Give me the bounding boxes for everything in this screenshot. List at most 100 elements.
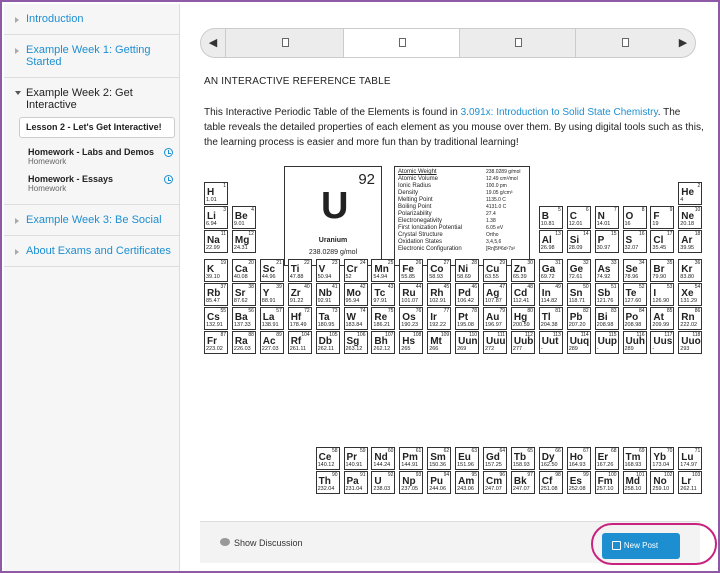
element-cell-cu[interactable]: 29 Cu 63.55 [483,259,507,282]
element-cell-no[interactable]: 102 No 259.10 [650,471,675,494]
element-cell-xe[interactable]: 54 Xe 131.29 [678,283,703,306]
element-cell-v[interactable]: 23 V 50.94 [315,259,340,282]
element-cell-fm[interactable]: 100 Fm 257.10 [594,471,619,494]
element-cell-os[interactable]: 76 Os 190.23 [399,307,424,330]
element-cell-br[interactable]: 35 Br 79.90 [650,259,675,282]
element-cell-nd[interactable]: 60 Nd 144.24 [371,447,396,470]
element-cell-li[interactable]: 3 Li 6.94 [204,206,228,229]
element-cell-sb[interactable]: 51 Sb 121.76 [594,283,619,306]
element-cell-se[interactable]: 34 Se 78.96 [622,259,647,282]
element-cell-ta[interactable]: 73 Ta 180.95 [315,307,340,330]
element-cell-sn[interactable]: 50 Sn 118.71 [566,283,591,306]
element-cell-f[interactable]: 9 F 19 [650,206,675,229]
element-cell-bh[interactable]: 107 Bh 262.12 [371,331,396,354]
element-cell-db[interactable]: 105 Db 262.11 [315,331,340,354]
element-cell-uun[interactable]: 110 Uun 269 [455,331,480,354]
element-cell-mt[interactable]: 109 Mt 266 [427,331,452,354]
element-cell-md[interactable]: 101 Md 258.10 [622,471,647,494]
element-cell-fe[interactable]: 26 Fe 55.85 [399,259,424,282]
element-cell-na[interactable]: 11 Na 22.99 [204,230,228,253]
element-cell-uuu[interactable]: 111 Uuu 272 [483,331,507,354]
element-cell-si[interactable]: 14 Si 28.09 [566,230,591,253]
element-cell-p[interactable]: 15 P 30.97 [594,230,619,253]
element-cell-ge[interactable]: 32 Ge 72.61 [566,259,591,282]
element-cell-pr[interactable]: 59 Pr 140.91 [343,447,368,470]
element-cell-dy[interactable]: 66 Dy 162.50 [538,447,563,470]
element-cell-fr[interactable]: 87 Fr 223.02 [204,331,228,354]
element-cell-hg[interactable]: 80 Hg 200.59 [510,307,535,330]
chapter-exams[interactable]: About Exams and Certificates [4,236,179,267]
element-cell-cs[interactable]: 55 Cs 132.91 [204,307,228,330]
element-cell-ag[interactable]: 47 Ag 107.87 [483,283,507,306]
element-cell-be[interactable]: 4 Be 9.01 [231,206,256,229]
element-cell-tc[interactable]: 43 Tc 97.91 [371,283,396,306]
element-cell-rf[interactable]: 104 Rf 261.11 [287,331,312,354]
element-cell-eu[interactable]: 63 Eu 151.96 [455,447,480,470]
element-cell-ac[interactable]: 89 Ac 227.03 [259,331,284,354]
element-cell-ar[interactable]: 18 Ar 39.95 [678,230,703,253]
element-cell-po[interactable]: 84 Po 208.98 [622,307,647,330]
course-link[interactable]: 3.091x: Introduction to Solid State Chem… [461,107,658,118]
element-cell-cf[interactable]: 98 Cf 251.08 [538,471,563,494]
element-cell-uus[interactable]: 117 Uus - [650,331,675,354]
unit-tab-4[interactable] [575,29,673,57]
element-cell-o[interactable]: 8 O 16 [622,206,647,229]
element-cell-n[interactable]: 7 N 14.01 [594,206,619,229]
lesson-active[interactable]: Lesson 2 - Let's Get Interactive! [19,117,175,138]
element-cell-tb[interactable]: 65 Tb 158.93 [510,447,535,470]
element-cell-sm[interactable]: 62 Sm 150.36 [427,447,452,470]
element-cell-hf[interactable]: 72 Hf 178.49 [287,307,312,330]
element-cell-rn[interactable]: 86 Rn 222.02 [678,307,703,330]
element-cell-at[interactable]: 85 At 209.99 [650,307,675,330]
element-cell-pb[interactable]: 82 Pb 207.20 [566,307,591,330]
element-cell-uuo[interactable]: 118 Uuo 293 [678,331,703,354]
element-cell-rb[interactable]: 37 Rb 85.47 [204,283,228,306]
element-cell-u[interactable]: 92 U 238.03 [371,471,396,494]
element-cell-tl[interactable]: 81 Tl 204.38 [538,307,563,330]
element-cell-hs[interactable]: 108 Hs 265 [399,331,424,354]
element-cell-ru[interactable]: 44 Ru 101.07 [399,283,424,306]
element-cell-la[interactable]: 57 La 138.91 [259,307,284,330]
element-cell-c[interactable]: 6 C 12.01 [566,206,591,229]
element-cell-lr[interactable]: 103 Lr 262.11 [678,471,703,494]
element-cell-b[interactable]: 5 B 10.81 [538,206,563,229]
unit-tab-3[interactable] [459,29,575,57]
element-cell-ra[interactable]: 88 Ra 226.03 [231,331,256,354]
element-cell-cd[interactable]: 48 Cd 112.41 [510,283,535,306]
element-cell-ti[interactable]: 22 Ti 47.88 [287,259,312,282]
element-cell-cr[interactable]: 24 Cr 52 [343,259,368,282]
element-cell-uup[interactable]: 115 Uup - [594,331,619,354]
element-cell-in[interactable]: 49 In 114.82 [538,283,563,306]
element-cell-mg[interactable]: 12 Mg 24.31 [231,230,256,253]
element-cell-cm[interactable]: 96 Cm 247.07 [483,471,507,494]
unit-tab-1[interactable] [225,29,343,57]
element-cell-pu[interactable]: 94 Pu 244.06 [427,471,452,494]
sequence-essays[interactable]: Homework - Essays Homework [4,171,179,198]
element-cell-sg[interactable]: 106 Sg 263.12 [343,331,368,354]
unit-tab-2-active[interactable] [343,29,459,57]
element-cell-ce[interactable]: 58 Ce 140.12 [315,447,340,470]
element-cell-es[interactable]: 99 Es 252.08 [566,471,591,494]
element-cell-mo[interactable]: 42 Mo 95.94 [343,283,368,306]
next-unit-button[interactable]: ▶ [671,29,695,57]
element-cell-co[interactable]: 27 Co 58.93 [427,259,452,282]
element-cell-au[interactable]: 79 Au 196.97 [483,307,507,330]
element-cell-zn[interactable]: 30 Zn 65.39 [510,259,535,282]
show-discussion-link[interactable]: Show Discussion [234,538,303,548]
element-cell-cl[interactable]: 17 Cl 35.45 [650,230,675,253]
element-cell-bi[interactable]: 83 Bi 208.98 [594,307,619,330]
element-cell-zr[interactable]: 40 Zr 91.22 [287,283,312,306]
element-cell-uuh[interactable]: 116 Uuh 289 [622,331,647,354]
element-cell-rh[interactable]: 45 Rh 102.91 [427,283,452,306]
chapter-week-2[interactable]: Example Week 2: Get Interactive [4,78,179,117]
element-cell-as[interactable]: 33 As 74.92 [594,259,619,282]
element-cell-am[interactable]: 95 Am 243.06 [455,471,480,494]
chapter-week-1[interactable]: Example Week 1: Getting Started [4,35,179,78]
element-cell-ba[interactable]: 56 Ba 137.33 [231,307,256,330]
element-cell-i[interactable]: 53 I 126.90 [650,283,675,306]
element-cell-ga[interactable]: 31 Ga 69.72 [538,259,563,282]
element-cell-mn[interactable]: 25 Mn 54.94 [371,259,396,282]
element-cell-uut[interactable]: 113 Uut - [538,331,563,354]
element-cell-w[interactable]: 74 W 183.84 [343,307,368,330]
element-cell-nb[interactable]: 41 Nb 92.91 [315,283,340,306]
